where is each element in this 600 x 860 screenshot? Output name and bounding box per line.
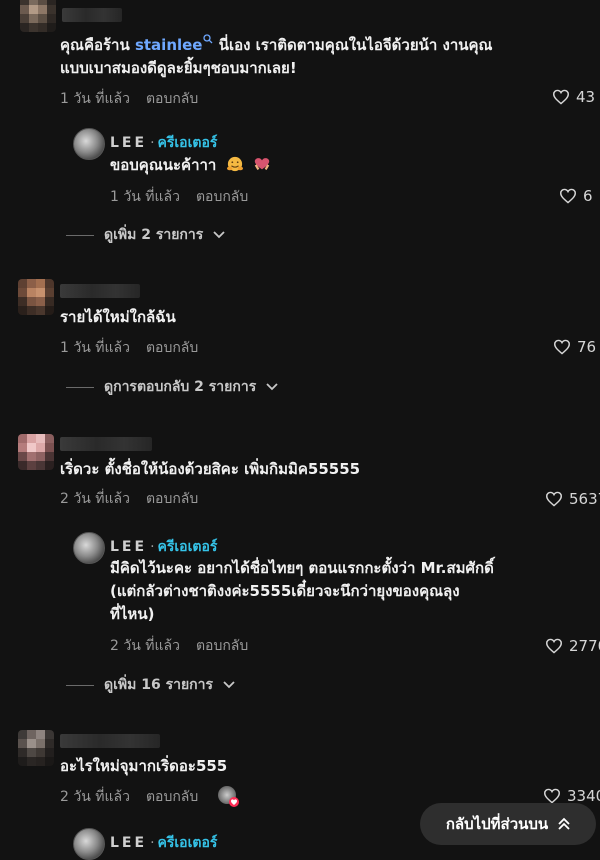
chevron-down-icon	[213, 231, 225, 239]
comment-meta: 1 วัน ที่แล้ว ตอบกลับ	[60, 337, 198, 359]
hug-face-icon	[226, 156, 243, 172]
reply-text: มีคิดไว้นะคะ อยากได้ชื่อไทยๆ ตอนแรกกะตั้…	[110, 559, 494, 623]
reply-button[interactable]: ตอบกลับ	[196, 638, 248, 654]
creator-name: LEE	[110, 835, 148, 851]
comment-meta: 2 วัน ที่แล้ว ตอบกลับ	[60, 488, 198, 510]
like-button[interactable]: 2770	[545, 637, 600, 655]
username-blurred[interactable]	[60, 734, 160, 748]
comment-text: อะไรใหม่จุมากเริ่ดอะ555	[60, 757, 228, 775]
username-blurred[interactable]	[60, 437, 152, 451]
avatar[interactable]	[18, 434, 54, 470]
view-more-label: ดูเพิ่ม 16 รายการ	[104, 677, 214, 693]
creator-name: LEE	[110, 135, 148, 151]
reply-meta: 2 วัน ที่แล้ว ตอบกลับ	[110, 635, 248, 657]
like-count: 6	[583, 187, 593, 205]
reply-text: ขอบคุณนะค้าาา	[110, 154, 271, 177]
like-count: 2770	[569, 637, 600, 655]
like-button[interactable]: 76	[553, 338, 596, 356]
creator-avatar[interactable]	[73, 828, 105, 860]
comment-text: เริ่ดวะ ตั้งชื่อให้น้องด้วยสิคะ เพิ่มกิม…	[60, 460, 361, 478]
reply-button[interactable]: ตอบกลับ	[196, 189, 248, 205]
like-button[interactable]: 5637	[545, 490, 600, 508]
creator-label[interactable]: LEE · ครีเอเตอร์	[110, 536, 217, 558]
mention-link[interactable]: stainlee	[135, 36, 203, 54]
avatar[interactable]	[18, 279, 54, 315]
avatar[interactable]	[20, 0, 56, 32]
like-count: 5637	[569, 490, 600, 508]
creator-name: LEE	[110, 539, 148, 555]
heart-icon	[545, 638, 563, 654]
reply-meta: 1 วัน ที่แล้ว ตอบกลับ	[110, 186, 248, 208]
search-icon	[203, 34, 213, 44]
comment-meta: 1 วัน ที่แล้ว ตอบกลับ	[60, 88, 198, 110]
comment-time: 2 วัน ที่แล้ว	[60, 789, 130, 805]
reply-button[interactable]: ตอบกลับ	[146, 491, 198, 507]
heart-icon	[552, 89, 570, 105]
creator-label[interactable]: LEE · ครีเอเตอร์	[110, 132, 217, 154]
chevron-down-icon	[266, 383, 278, 391]
back-to-top-label: กลับไปที่ส่วนบน	[445, 815, 549, 833]
view-more-replies[interactable]: ดูเพิ่ม 2 รายการ	[66, 224, 225, 246]
avatar[interactable]	[18, 730, 54, 766]
creator-badge: ครีเอเตอร์	[157, 135, 218, 151]
reply-button[interactable]: ตอบกลับ	[146, 91, 198, 107]
view-replies-label: ดูการตอบกลับ 2 รายการ	[104, 379, 257, 395]
comment-time: 1 วัน ที่แล้ว	[60, 91, 130, 107]
like-button[interactable]: 43	[552, 88, 595, 106]
like-count: 43	[576, 88, 596, 106]
heart-icon	[553, 339, 571, 355]
username-blurred[interactable]	[62, 8, 122, 22]
heart-icon	[545, 491, 563, 507]
chevron-down-icon	[223, 681, 235, 689]
comment-time: 2 วัน ที่แล้ว	[60, 491, 130, 507]
comment-text: รายได้ใหม่ใกล้ฉัน	[60, 308, 176, 326]
creator-avatar[interactable]	[73, 532, 105, 564]
comment-meta: 2 วัน ที่แล้ว ตอบกลับ	[60, 786, 198, 808]
username-blurred[interactable]	[60, 284, 140, 298]
creator-avatar[interactable]	[73, 128, 105, 160]
view-more-replies[interactable]: ดูเพิ่ม 16 รายการ	[66, 674, 235, 696]
reply-time: 2 วัน ที่แล้ว	[110, 638, 180, 654]
reply-button[interactable]: ตอบกลับ	[146, 340, 198, 356]
view-replies[interactable]: ดูการตอบกลับ 2 รายการ	[66, 376, 278, 398]
heart-icon	[559, 188, 577, 204]
back-to-top-button[interactable]: กลับไปที่ส่วนบน	[420, 803, 596, 845]
heart-icon	[543, 788, 561, 804]
comment-text: คุณคือร้าน stainlee นี่เอง เราติดตามคุณใ…	[60, 34, 493, 77]
heart-hands-icon	[254, 158, 270, 170]
reply-button[interactable]: ตอบกลับ	[146, 789, 198, 805]
creator-liked-avatar	[218, 786, 239, 807]
double-chevron-up-icon	[558, 817, 570, 830]
reply-time: 1 วัน ที่แล้ว	[110, 189, 180, 205]
heart-badge-icon	[229, 797, 239, 807]
view-more-label: ดูเพิ่ม 2 รายการ	[104, 227, 204, 243]
like-button[interactable]: 6	[559, 187, 593, 205]
creator-badge: ครีเอเตอร์	[157, 539, 218, 555]
like-count: 76	[577, 338, 597, 356]
comment-time: 1 วัน ที่แล้ว	[60, 340, 130, 356]
